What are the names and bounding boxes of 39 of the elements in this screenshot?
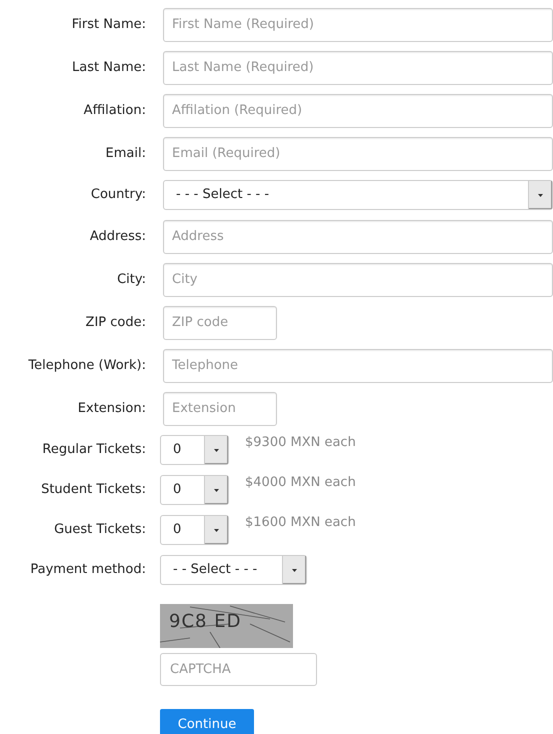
dropdown-arrow-icon: [214, 528, 219, 532]
field-label: Address:: [88, 228, 146, 246]
field-label: Regular Tickets:: [41, 441, 146, 460]
field-label: Last Name:: [71, 58, 146, 77]
text-field[interactable]: Extension: [163, 392, 277, 426]
text-field[interactable]: City: [163, 262, 553, 296]
dropdown-arrow-icon: [214, 448, 219, 452]
field-label: Affilation:: [82, 102, 146, 120]
text-field[interactable]: Telephone: [163, 348, 553, 382]
field-label: Guest Tickets:: [53, 521, 146, 540]
field-label: Country:: [90, 186, 146, 204]
field-label: Payment method:: [29, 561, 146, 580]
captcha-field[interactable]: CAPTCHA: [160, 653, 317, 686]
field-label: Student Tickets:: [40, 481, 146, 500]
field-label: ZIP code:: [84, 314, 146, 332]
text-field[interactable]: ZIP code: [163, 306, 277, 340]
price-note: $4000 MXN each: [245, 474, 356, 492]
text-field[interactable]: Email (Required): [163, 136, 553, 170]
field-label: Email:: [104, 144, 146, 163]
field-label: Telephone (Work):: [27, 356, 146, 375]
text-field[interactable]: Last Name (Required): [163, 50, 553, 84]
text-field[interactable]: Address: [163, 220, 553, 254]
field-label: Extension:: [76, 400, 146, 418]
field-label: City:: [116, 270, 146, 289]
quantity-select[interactable]: 0: [160, 475, 229, 505]
captcha-image: 9C8 ED: [160, 604, 293, 648]
dropdown-arrow-icon: [214, 488, 219, 492]
quantity-select[interactable]: 0: [160, 515, 229, 545]
field-label: First Name:: [70, 16, 146, 34]
price-note: $1600 MXN each: [245, 514, 356, 532]
dropdown-arrow-icon: [292, 568, 297, 572]
quantity-select[interactable]: 0: [160, 435, 229, 465]
select-dropdown[interactable]: - - Select - - -: [160, 555, 307, 585]
continue-button[interactable]: Continue: [160, 709, 254, 734]
dropdown-arrow-icon: [538, 194, 543, 196]
text-field[interactable]: First Name (Required): [163, 8, 553, 42]
price-note: $9300 MXN each: [245, 434, 356, 452]
select-dropdown[interactable]: - - - Select - - -: [163, 180, 553, 210]
text-field[interactable]: Affilation (Required): [163, 94, 553, 128]
